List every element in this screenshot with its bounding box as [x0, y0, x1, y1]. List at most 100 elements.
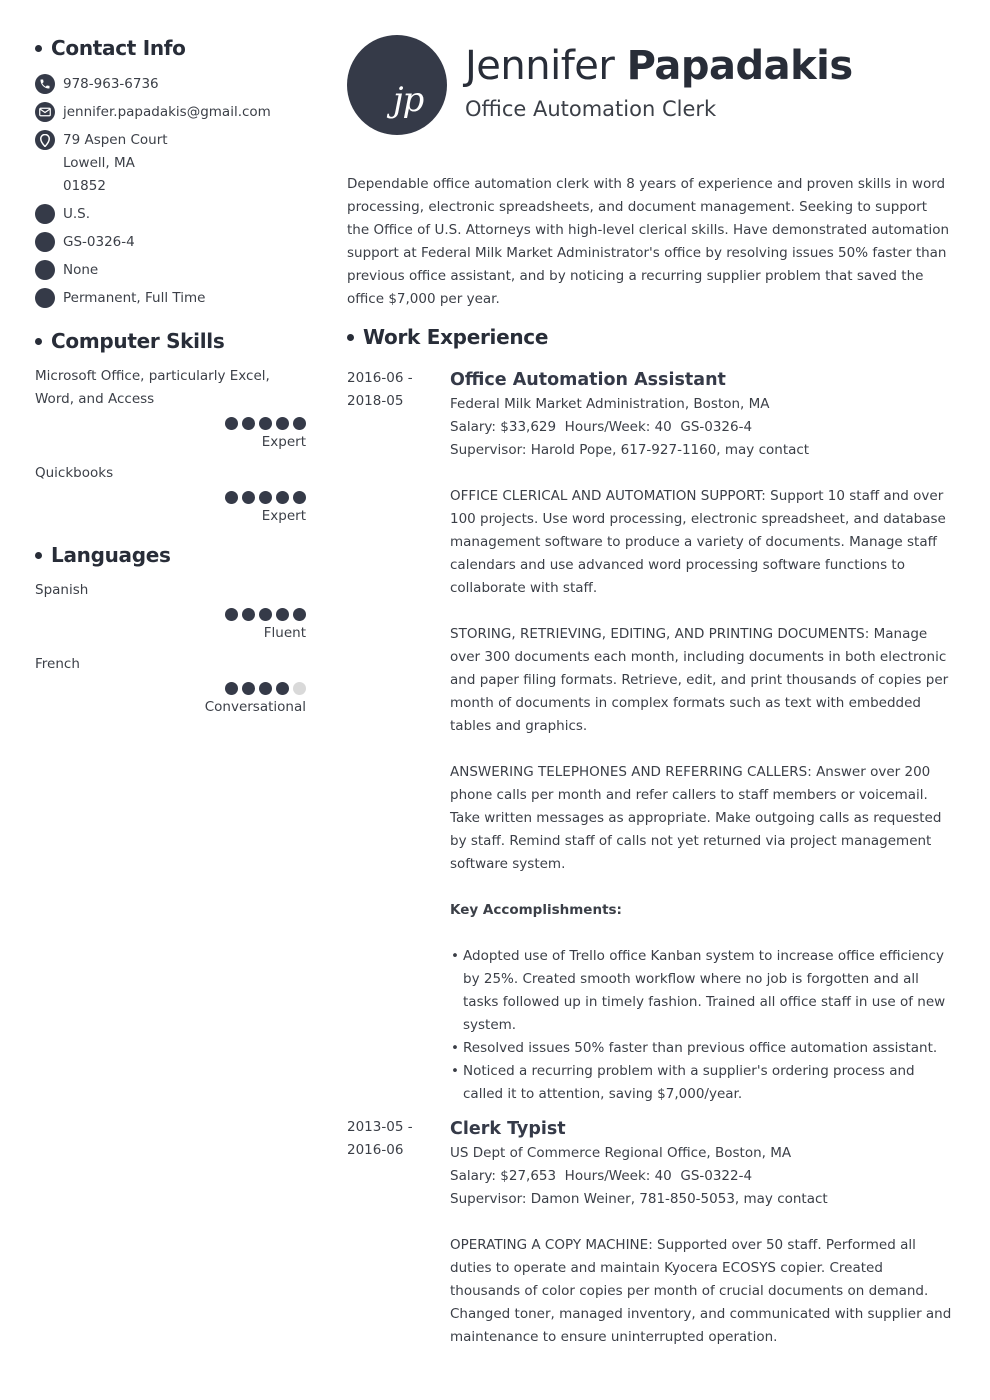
location-pin-icon — [35, 130, 55, 150]
job-meta: Federal Milk Market Administration, Bost… — [450, 393, 957, 462]
last-name: Papadakis — [626, 43, 854, 89]
circle-icon — [35, 288, 55, 308]
bullet-icon: • — [451, 1040, 459, 1056]
job-title: Office Automation Clerk — [465, 97, 717, 121]
language-name: Spanish — [35, 582, 89, 598]
skill-name: Microsoft Office, particularly Excel, Wo… — [35, 368, 270, 407]
rating-dot-empty — [293, 682, 306, 695]
job-duty: OPERATING A COPY MACHINE: Supported over… — [450, 1237, 952, 1345]
date-start: 2013-05 - — [347, 1119, 413, 1135]
rating-dot-filled — [293, 491, 306, 504]
job-entry: 2016-06 - 2018-05 Office Automation Assi… — [347, 367, 957, 1106]
rating-dot-filled — [225, 417, 238, 430]
rating-dot-filled — [293, 608, 306, 621]
accomplishment-item: • Resolved issues 50% faster than previou… — [450, 1037, 957, 1060]
job-role: Clerk Typist — [450, 1119, 566, 1139]
rating-dot-filled — [293, 417, 306, 430]
rating-dot-filled — [259, 417, 272, 430]
supervisor: Supervisor: Harold Pope, 617-927-1160, m… — [450, 442, 810, 458]
rating-dot-filled — [259, 491, 272, 504]
contact-phone: 978-963-6736 — [35, 73, 306, 96]
job-duty: STORING, RETRIEVING, EDITING, AND PRINTI… — [450, 626, 949, 734]
contact-veterans-preference: None — [35, 259, 306, 282]
date-end: 2018-05 — [347, 393, 404, 409]
language-item: Spanish Fluent — [35, 579, 306, 645]
contact-address: 79 Aspen Court Lowell, MA 01852 — [35, 129, 306, 198]
address-line: 79 Aspen Court — [63, 132, 168, 148]
language-level: Fluent — [263, 625, 306, 641]
skill-rating — [35, 491, 306, 504]
circle-icon — [35, 232, 55, 252]
salary-line: Salary: $27,653 Hours/Week: 40 GS-0322-4 — [450, 1168, 753, 1184]
first-name: Jennifer — [465, 43, 615, 89]
language-item: French Conversational — [35, 653, 306, 719]
accomplishment-item: • Adopted use of Trello office Kanban sys… — [450, 945, 957, 1037]
rating-dot-filled — [259, 608, 272, 621]
avatar: jp — [347, 35, 447, 135]
address-lines: 79 Aspen Court Lowell, MA 01852 — [63, 129, 168, 198]
job-duty: OFFICE CLERICAL AND AUTOMATION SUPPORT: … — [450, 488, 946, 596]
rating-dot-filled — [276, 608, 289, 621]
rating-dot-filled — [242, 417, 255, 430]
languages-list: Spanish Fluent French Conversational — [35, 579, 306, 719]
rating-dot-filled — [225, 608, 238, 621]
supervisor: Supervisor: Damon Weiner, 781-850-5053, … — [450, 1191, 828, 1207]
profile-summary: Dependable office automation clerk with … — [347, 176, 950, 307]
circle-icon — [35, 260, 55, 280]
veterans-preference-value: None — [63, 262, 99, 278]
job-entry: 2013-05 - 2016-06 Clerk Typist US Dept o… — [347, 1116, 957, 1349]
bullet-icon — [35, 44, 42, 52]
rating-dot-filled — [242, 682, 255, 695]
computer-skills-list: Microsoft Office, particularly Excel, Wo… — [35, 365, 306, 528]
avatar-initials: jp — [393, 80, 424, 120]
name-block: Jennifer Papadakis Office Automation Cle… — [465, 41, 853, 123]
rating-dot-filled — [225, 682, 238, 695]
work-experience-heading: Work Experience — [347, 325, 957, 349]
salary-line: Salary: $33,629 Hours/Week: 40 GS-0326-4 — [450, 419, 753, 435]
job-dates: 2016-06 - 2018-05 — [347, 367, 450, 1106]
language-level: Conversational — [204, 699, 306, 715]
phone-number[interactable]: 978-963-6736 — [63, 73, 159, 96]
skill-name: Quickbooks — [35, 465, 114, 481]
full-name: Jennifer Papadakis — [465, 41, 853, 91]
rating-dot-filled — [225, 491, 238, 504]
job-body: Office Automation Assistant Federal Milk… — [450, 367, 957, 1106]
rating-dot-filled — [276, 417, 289, 430]
contact-list: 978-963-6736 jennifer.papadakis@gmail.co… — [35, 73, 306, 310]
accomplishments-list: • Adopted use of Trello office Kanban sys… — [450, 945, 957, 1106]
sidebar: Contact Info 978-963-6736 jennifer.papad… — [35, 36, 306, 727]
bullet-icon — [347, 333, 354, 341]
skill-level: Expert — [261, 434, 306, 450]
skill-level: Expert — [261, 508, 306, 524]
rating-dot-filled — [259, 682, 272, 695]
address-line: 01852 — [63, 178, 106, 194]
job-dates: 2013-05 - 2016-06 — [347, 1116, 450, 1349]
job-meta: US Dept of Commerce Regional Office, Bos… — [450, 1142, 957, 1211]
contact-info-heading: Contact Info — [35, 36, 306, 60]
citizenship-value: U.S. — [63, 206, 91, 222]
phone-icon — [35, 74, 55, 94]
language-name: French — [35, 656, 80, 672]
employer: US Dept of Commerce Regional Office, Bos… — [450, 1145, 792, 1161]
language-rating — [35, 608, 306, 621]
contact-citizenship: U.S. — [35, 203, 306, 226]
computer-skills-heading: Computer Skills — [35, 329, 306, 353]
envelope-icon — [35, 102, 55, 122]
skill-item: Quickbooks Expert — [35, 462, 306, 528]
bullet-icon — [35, 337, 42, 345]
address-line: Lowell, MA — [63, 155, 135, 171]
skill-item: Microsoft Office, particularly Excel, Wo… — [35, 365, 306, 454]
contact-availability: Permanent, Full Time — [35, 287, 306, 310]
accomplishment-item: • Noticed a recurring problem with a supp… — [450, 1060, 957, 1106]
bullet-icon: • — [451, 1063, 459, 1079]
email-address[interactable]: jennifer.papadakis@gmail.com — [63, 101, 271, 124]
rating-dot-filled — [276, 682, 289, 695]
job-role: Office Automation Assistant — [450, 370, 726, 390]
languages-heading: Languages — [35, 543, 306, 567]
job-body: Clerk Typist US Dept of Commerce Regiona… — [450, 1116, 957, 1349]
rating-dot-filled — [276, 491, 289, 504]
rating-dot-filled — [242, 608, 255, 621]
circle-icon — [35, 204, 55, 224]
bullet-icon — [35, 551, 42, 559]
contact-email: jennifer.papadakis@gmail.com — [35, 101, 306, 124]
